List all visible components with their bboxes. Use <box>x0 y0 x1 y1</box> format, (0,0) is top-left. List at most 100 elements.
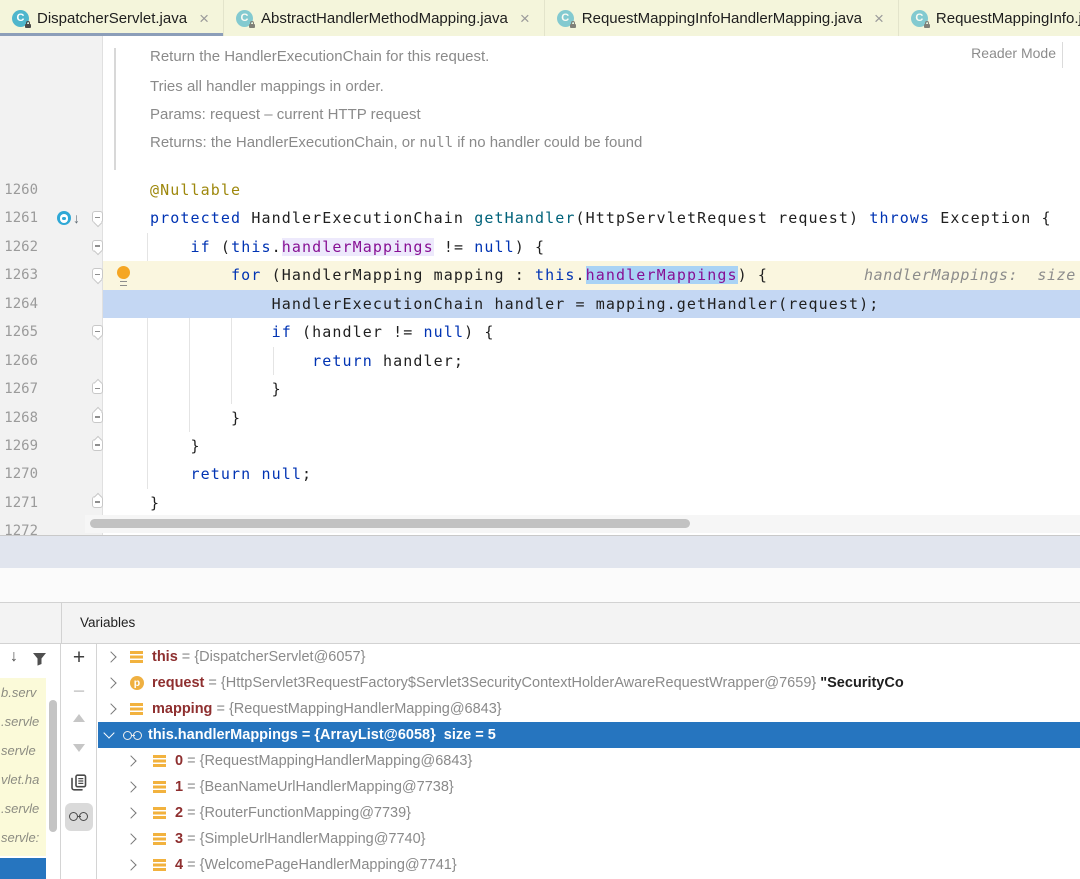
chevron-right-icon[interactable] <box>125 859 136 870</box>
code-line-1262[interactable]: 1262 if (this.handlerMappings != null) { <box>0 233 1080 261</box>
debug-panel-header: Variables <box>0 602 1080 644</box>
variable-name: 1 <box>175 779 183 795</box>
chevron-down-icon[interactable] <box>103 727 114 738</box>
code-line-1272[interactable]: 1272 <box>0 517 1080 535</box>
tab-AbstractHandlerMethodMapping.java[interactable]: CAbstractHandlerMethodMapping.java× <box>224 0 545 36</box>
chevron-right-icon[interactable] <box>125 807 136 818</box>
code-line-1261[interactable]: 1261↓protected HandlerExecutionChain get… <box>0 204 1080 232</box>
inline-code: null <box>419 135 453 151</box>
variable-row-request[interactable]: prequest = {HttpServlet3RequestFactory$S… <box>98 670 1080 696</box>
variable-row-this[interactable]: this = {DispatcherServlet@6057} <box>98 644 1080 670</box>
line-number[interactable]: 1264 <box>0 290 38 318</box>
chevron-right-icon[interactable] <box>125 781 136 792</box>
code-line-1271[interactable]: 1271} <box>0 489 1080 517</box>
fold-icon[interactable] <box>92 496 103 508</box>
variable-row-2[interactable]: 2 = {RouterFunctionMapping@7739} <box>98 800 1080 826</box>
editor-tab-bar: CDispatcherServlet.java×CAbstractHandler… <box>0 0 1080 37</box>
chevron-right-icon[interactable] <box>125 755 136 766</box>
doc-line: Returns: the HandlerExecutionChain, or n… <box>150 134 642 151</box>
variable-name: request <box>152 675 204 691</box>
debug-panel: ↓ b.serv.servleservlevlet.ha.servleservl… <box>0 644 1080 879</box>
filter-icon[interactable] <box>32 652 47 671</box>
sort-down-arrow-icon[interactable]: ↓ <box>10 648 18 666</box>
fold-icon[interactable] <box>92 439 103 451</box>
remove-watch-button[interactable]: − <box>61 680 97 704</box>
fold-icon[interactable] <box>92 325 103 337</box>
line-number[interactable]: 1268 <box>0 404 38 432</box>
field-icon <box>153 833 166 845</box>
line-number[interactable]: 1260 <box>0 176 38 204</box>
move-up-button[interactable] <box>61 714 97 722</box>
stack-frame[interactable]: servle <box>0 736 46 765</box>
tab-label: AbstractHandlerMethodMapping.java <box>261 10 508 27</box>
variable-row-4[interactable]: 4 = {WelcomePageHandlerMapping@7741} <box>98 852 1080 878</box>
field-icon <box>153 859 166 871</box>
variable-text: 1 = {BeanNameUrlHandlerMapping@7738} <box>175 774 454 800</box>
line-number[interactable]: 1272 <box>0 517 38 535</box>
chevron-right-icon[interactable] <box>105 651 116 662</box>
stack-frame[interactable]: servle: <box>0 823 46 852</box>
code-line-1270[interactable]: 1270 return null; <box>0 460 1080 488</box>
header-separator <box>61 603 62 643</box>
code-editor[interactable]: Return the HandlerExecutionChain for thi… <box>0 36 1080 535</box>
fold-icon[interactable] <box>92 268 103 280</box>
tab-RequestMappingInfoHandlerMapping.java[interactable]: CRequestMappingInfoHandlerMapping.java× <box>545 0 899 36</box>
stack-frame[interactable]: .servle <box>0 794 46 823</box>
close-icon[interactable]: × <box>199 10 209 27</box>
equals-sign: = <box>183 805 200 821</box>
line-number[interactable]: 1263 <box>0 261 38 289</box>
move-down-button[interactable] <box>61 744 97 752</box>
frames-scrollbar[interactable] <box>49 700 57 832</box>
show-watches-toggle[interactable] <box>65 803 93 831</box>
add-watch-button[interactable]: + <box>61 646 97 670</box>
fold-icon[interactable] <box>92 411 103 423</box>
stack-frame[interactable]: b.serv <box>0 678 46 707</box>
override-method-icon[interactable] <box>57 211 71 225</box>
size-label: size = 5 <box>436 727 496 743</box>
variable-name: this <box>152 649 178 665</box>
close-icon[interactable]: × <box>520 10 530 27</box>
stack-frame[interactable]: vlet.ha <box>0 765 46 794</box>
selected-frame[interactable] <box>0 858 46 879</box>
chevron-right-icon[interactable] <box>105 703 116 714</box>
variable-row-mapping[interactable]: mapping = {RequestMappingHandlerMapping@… <box>98 696 1080 722</box>
line-number[interactable]: 1266 <box>0 347 38 375</box>
fold-icon[interactable] <box>92 240 103 252</box>
variable-text: 0 = {RequestMappingHandlerMapping@6843} <box>175 748 472 774</box>
tab-DispatcherServlet.java[interactable]: CDispatcherServlet.java× <box>0 0 224 36</box>
variable-name: 0 <box>175 753 183 769</box>
variables-tab-title[interactable]: Variables <box>80 603 135 643</box>
chevron-right-icon[interactable] <box>125 833 136 844</box>
code-line-1264[interactable]: 1264 HandlerExecutionChain handler = map… <box>0 290 1080 318</box>
chevron-right-icon[interactable] <box>105 677 116 688</box>
stack-frame[interactable]: .servle <box>0 707 46 736</box>
tab-RequestMappingInfo.java[interactable]: CRequestMappingInfo.java× <box>899 0 1080 36</box>
code-line-1269[interactable]: 1269 } <box>0 432 1080 460</box>
code-text: if (handler != null) { <box>103 318 1080 346</box>
line-number[interactable]: 1270 <box>0 460 38 488</box>
code-line-1263[interactable]: 1263 for (HandlerMapping mapping : this.… <box>0 261 1080 289</box>
code-line-1266[interactable]: 1266 return handler; <box>0 347 1080 375</box>
equals-sign: = <box>183 779 200 795</box>
code-line-1268[interactable]: 1268 } <box>0 404 1080 432</box>
variables-tree: this = {DispatcherServlet@6057}prequest … <box>98 644 1080 879</box>
line-number[interactable]: 1262 <box>0 233 38 261</box>
fold-icon[interactable] <box>92 211 103 223</box>
line-number[interactable]: 1261 <box>0 204 38 232</box>
variable-row-1[interactable]: 1 = {BeanNameUrlHandlerMapping@7738} <box>98 774 1080 800</box>
equals-sign: = <box>298 727 315 743</box>
line-number[interactable]: 1269 <box>0 432 38 460</box>
fold-icon[interactable] <box>92 382 103 394</box>
line-number[interactable]: 1271 <box>0 489 38 517</box>
code-line-1267[interactable]: 1267 } <box>0 375 1080 403</box>
variable-row-0[interactable]: 0 = {RequestMappingHandlerMapping@6843} <box>98 748 1080 774</box>
code-line-1260[interactable]: 1260@Nullable <box>0 176 1080 204</box>
line-number[interactable]: 1267 <box>0 375 38 403</box>
variable-row-3[interactable]: 3 = {SimpleUrlHandlerMapping@7740} <box>98 826 1080 852</box>
variable-row-this.handlerMappings[interactable]: this.handlerMappings = {ArrayList@6058} … <box>98 722 1080 748</box>
copy-icon[interactable] <box>61 774 97 796</box>
line-number[interactable]: 1265 <box>0 318 38 346</box>
variable-name: 3 <box>175 831 183 847</box>
close-icon[interactable]: × <box>874 10 884 27</box>
code-line-1265[interactable]: 1265 if (handler != null) { <box>0 318 1080 346</box>
